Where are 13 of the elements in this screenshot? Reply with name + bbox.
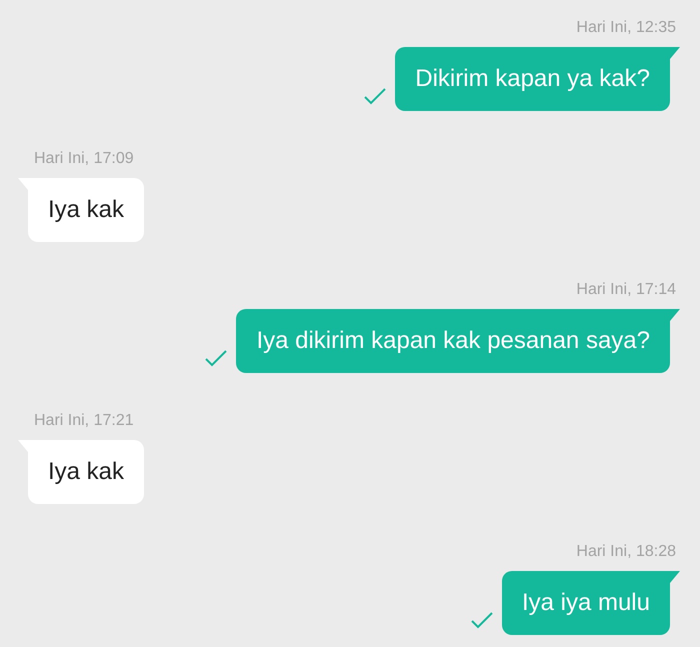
bubble-tail <box>670 47 680 59</box>
message-time: Hari Ini, 17:14 <box>576 281 676 298</box>
message-time: Hari Ini, 18:28 <box>576 543 676 560</box>
message-bubble: Iya kak <box>28 440 144 504</box>
message-time: Hari Ini, 17:09 <box>34 150 134 167</box>
message-bubble: Iya kak <box>28 178 144 242</box>
message-bubble: Dikirim kapan ya kak? <box>395 47 670 111</box>
message-bubble: Iya dikirim kapan kak pesanan saya? <box>236 309 670 373</box>
message-time: Hari Ini, 17:21 <box>34 412 134 429</box>
bubble-tail <box>670 571 680 583</box>
message-bubble: Iya iya mulu <box>502 571 670 635</box>
bubble-tail <box>670 309 680 321</box>
message-time: Hari Ini, 12:35 <box>576 19 676 36</box>
